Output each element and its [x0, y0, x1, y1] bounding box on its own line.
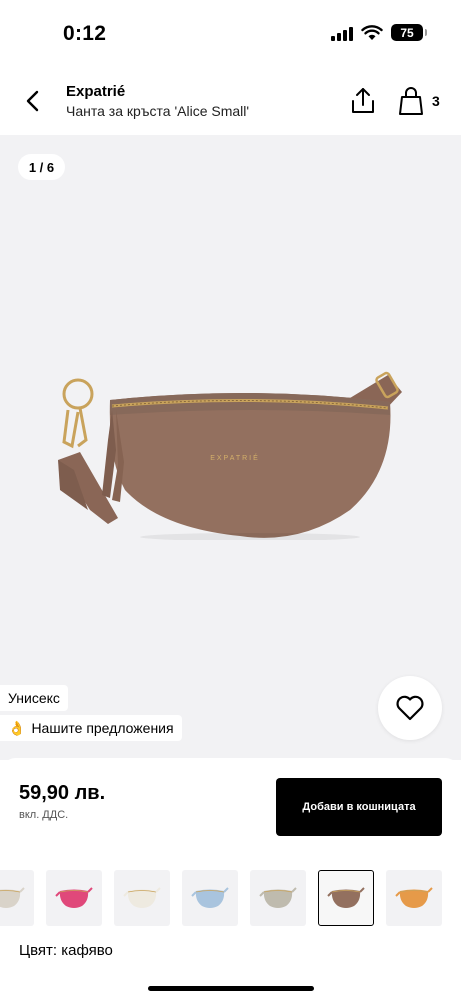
add-to-cart-button[interactable]: Добави в кошницата [276, 778, 442, 836]
selected-color-label: Цвят: кафяво [19, 942, 113, 959]
purchase-panel: 59,90 лв. вкл. ДДС. Добави в кошницата Ц… [0, 758, 461, 999]
color-swatch-orange[interactable] [386, 870, 442, 926]
product-header: Expatrié Чанта за кръста 'Alice Small' 3 [0, 70, 461, 135]
color-swatch-pink[interactable] [46, 870, 102, 926]
status-bar: 0:12 75 [0, 0, 461, 70]
heart-icon [396, 695, 424, 721]
favorite-button[interactable] [378, 676, 442, 740]
home-indicator [148, 986, 314, 991]
unisex-label: Унисекс [8, 690, 60, 706]
swatch-bag-image [327, 887, 365, 908]
cart-count-badge: 3 [432, 93, 440, 109]
product-image-gallery[interactable]: 1 / 6 EXPATRIÉ Унисекс 👌 Нашите предложе… [0, 135, 461, 760]
ok-hand-icon: 👌 [8, 719, 26, 736]
product-image: EXPATRIÉ [58, 371, 402, 540]
swatch-bag-image [55, 887, 93, 908]
status-icons: 75 [331, 24, 427, 41]
image-counter: 1 / 6 [18, 154, 65, 180]
swatch-bag-image [395, 887, 433, 908]
shopping-bag-icon[interactable] [397, 85, 425, 117]
offers-label: Нашите предложения [31, 720, 174, 736]
swatch-bag-image [259, 887, 297, 908]
swatch-bag-image [0, 887, 25, 908]
color-swatch-beige[interactable] [0, 870, 34, 926]
brand-name: Expatrié [66, 83, 126, 100]
wifi-icon [361, 24, 383, 40]
swatch-bag-image [123, 887, 161, 908]
battery-icon: 75 [391, 24, 427, 41]
share-icon[interactable] [349, 86, 377, 116]
color-swatches [0, 870, 461, 928]
color-swatch-brown[interactable] [318, 870, 374, 926]
color-swatch-cream[interactable] [114, 870, 170, 926]
color-swatch-light-blue[interactable] [182, 870, 238, 926]
status-time: 0:12 [63, 22, 107, 45]
back-button[interactable] [18, 86, 48, 116]
color-swatch-sage[interactable] [250, 870, 306, 926]
bag-logo: EXPATRIÉ [210, 453, 260, 462]
chevron-left-icon [26, 90, 39, 112]
price: 59,90 лв. [19, 782, 106, 804]
unisex-tag: Унисекс [0, 685, 68, 711]
product-title: Чанта за кръста 'Alice Small' [66, 103, 250, 119]
offers-tag[interactable]: 👌 Нашите предложения [0, 715, 182, 741]
swatch-bag-image [191, 887, 229, 908]
vat-note: вкл. ДДС. [19, 809, 69, 821]
signal-icon [331, 25, 353, 41]
